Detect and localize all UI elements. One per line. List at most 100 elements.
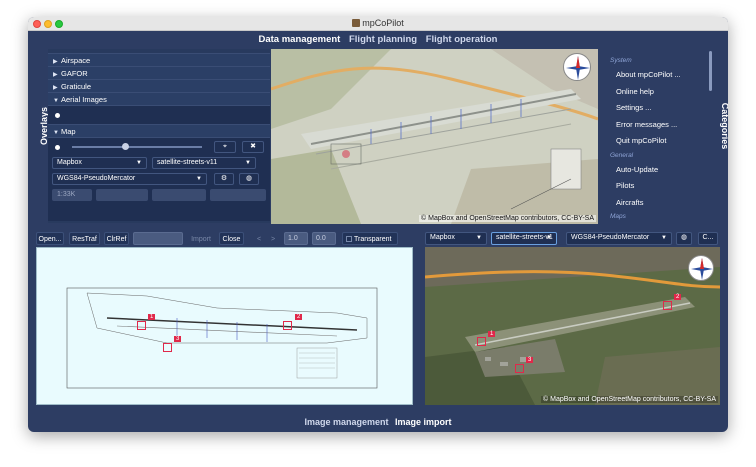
- chevron-down-icon: ▼: [196, 176, 202, 182]
- crosshair-icon: ⌖: [223, 143, 227, 150]
- aerial-map-bottom[interactable]: 1 2 3 © MapBox and OpenStreetMap contrib…: [425, 247, 720, 405]
- aerial-images-radio[interactable]: [55, 113, 60, 118]
- chevron-down-icon: ▼: [245, 160, 251, 166]
- bottom-style-select[interactable]: satellite-streets-v1 ▼: [491, 232, 557, 245]
- settings-button[interactable]: ⚙: [214, 173, 234, 185]
- projection-select[interactable]: WGS84-PseudoMercator ▼: [52, 173, 207, 185]
- tab-data-management[interactable]: Data management: [259, 34, 341, 45]
- section-maps: Maps: [610, 213, 626, 220]
- reference-input[interactable]: [133, 232, 183, 245]
- menu-pilots[interactable]: Pilots: [605, 178, 708, 195]
- value-input-2[interactable]: 0.0: [312, 232, 336, 245]
- clrref-button[interactable]: ClrRef: [104, 232, 129, 245]
- bottom-more-button[interactable]: C...: [698, 232, 718, 245]
- map-ref-point-1-label: 1: [488, 331, 496, 337]
- ref-point-1[interactable]: [137, 321, 146, 330]
- ref-point-2[interactable]: [283, 321, 292, 330]
- menu-about[interactable]: About mpCoPilot ...: [605, 67, 708, 84]
- value-input-1[interactable]: 1.0: [284, 232, 308, 245]
- map-style-select[interactable]: satellite-streets-v11 ▼: [152, 157, 256, 169]
- categories-scrollbar[interactable]: [709, 51, 712, 91]
- menu-error-messages[interactable]: Error messages ...: [605, 117, 708, 134]
- menu-quit[interactable]: Quit mpCoPilot: [605, 133, 708, 150]
- tab-flight-operation[interactable]: Flight operation: [426, 34, 498, 45]
- prev-button[interactable]: <: [253, 232, 265, 245]
- map-attribution: © MapBox and OpenStreetMap contributors,…: [419, 215, 596, 222]
- map-ref-point-3[interactable]: [515, 364, 524, 373]
- map-style-value: satellite-streets-v11: [157, 159, 218, 166]
- bottom-style-value: satellite-streets-v1: [496, 234, 553, 241]
- open-button[interactable]: Open...: [36, 232, 64, 245]
- bottom-provider-value: Mapbox: [430, 234, 455, 241]
- categories-panel: System About mpCoPilot ... Online help S…: [605, 49, 708, 223]
- import-button[interactable]: Import: [187, 232, 215, 245]
- field-2[interactable]: [96, 189, 148, 201]
- map-ref-point-2[interactable]: [663, 301, 672, 310]
- tree-item-label: GAFOR: [61, 69, 88, 78]
- menu-aircrafts[interactable]: Aircrafts: [605, 195, 708, 212]
- map-ref-point-1[interactable]: [477, 337, 486, 346]
- ref-point-1-label: 1: [148, 314, 156, 320]
- scale-field[interactable]: 1:33K: [52, 189, 92, 201]
- tree-item-graticule[interactable]: ▶ Graticule: [48, 80, 270, 93]
- chevron-down-icon: ▼: [661, 235, 667, 241]
- tab-image-import[interactable]: Image import: [395, 417, 452, 427]
- aerial-map-drawing: [271, 49, 598, 224]
- tree-item-gafor[interactable]: ▶ GAFOR: [48, 67, 270, 80]
- airport-blueprint-drawing: [66, 287, 378, 389]
- tab-image-management[interactable]: Image management: [304, 417, 388, 427]
- blueprint-image[interactable]: 1 2 3: [36, 247, 413, 405]
- menu-auto-update[interactable]: Auto-Update: [605, 162, 708, 179]
- menu-settings[interactable]: Settings ...: [605, 100, 708, 117]
- color-swatch-icon: [346, 236, 352, 242]
- window-title: mpCoPilot: [362, 18, 404, 28]
- close-import-button[interactable]: Close: [219, 232, 244, 245]
- bottom-map-attribution: © MapBox and OpenStreetMap contributors,…: [541, 396, 718, 403]
- bottom-globe-button[interactable]: ◍: [676, 232, 692, 245]
- tree-item-aerial-images[interactable]: ▼ Aerial Images: [48, 93, 270, 106]
- tree-item-label: Aerial Images: [61, 95, 107, 104]
- opacity-slider[interactable]: [72, 146, 202, 148]
- categories-side-label[interactable]: Categories: [720, 96, 728, 156]
- ref-point-3-label: 3: [174, 336, 182, 342]
- compass-icon: [688, 255, 714, 281]
- map-enable-radio[interactable]: [55, 145, 60, 150]
- globe-icon: ◍: [680, 234, 688, 241]
- tree-item-map[interactable]: ▼ Map: [48, 125, 270, 138]
- chevron-down-icon: ▼: [546, 235, 552, 241]
- bottom-projection-select[interactable]: WGS84-PseudoMercator ▼: [566, 232, 672, 245]
- menu-online-help[interactable]: Online help: [605, 84, 708, 101]
- close-icon: ✖: [250, 143, 256, 150]
- transparency-select[interactable]: Transparent ▼: [342, 232, 398, 256]
- aerial-map-top[interactable]: © MapBox and OpenStreetMap contributors,…: [271, 49, 598, 224]
- satellite-map-drawing: [425, 247, 720, 405]
- tree-item-label: Graticule: [61, 82, 92, 91]
- title-bar: mpCoPilot: [28, 17, 728, 31]
- next-button[interactable]: >: [267, 232, 279, 245]
- chevron-down-icon: ▼: [136, 160, 142, 166]
- field-3[interactable]: [152, 189, 206, 201]
- restraf-button[interactable]: ResTraf: [69, 232, 100, 245]
- scale-value: 1:33K: [57, 191, 76, 198]
- opacity-slider-handle[interactable]: [122, 143, 129, 150]
- projection-value: WGS84-PseudoMercator: [57, 175, 136, 182]
- remove-map-button[interactable]: ✖: [242, 141, 264, 153]
- field-4[interactable]: [210, 189, 266, 201]
- app-icon: [352, 19, 361, 27]
- tab-flight-planning[interactable]: Flight planning: [349, 34, 417, 45]
- ref-point-3[interactable]: [163, 343, 172, 352]
- tree-item-airspace[interactable]: ▶ Airspace: [48, 54, 270, 67]
- section-system: System: [610, 57, 632, 64]
- map-provider-select[interactable]: Mapbox ▼: [52, 157, 147, 169]
- overlays-panel: ▶ Airspace ▶ GAFOR ▶ Graticule ▼ Aerial Imag…: [48, 49, 270, 223]
- tree-item-label: Airspace: [61, 56, 91, 65]
- gear-icon: ⚙: [220, 175, 228, 182]
- globe-icon: ◍: [245, 175, 253, 182]
- bottom-tabs: Image management Image import: [28, 417, 728, 427]
- map-ref-point-2-label: 2: [674, 294, 682, 300]
- chevron-down-icon: ▼: [476, 235, 482, 241]
- map-provider-value: Mapbox: [57, 159, 82, 166]
- locate-button[interactable]: ⌖: [214, 141, 236, 153]
- globe-button[interactable]: ◍: [239, 173, 259, 185]
- bottom-provider-select[interactable]: Mapbox ▼: [425, 232, 487, 245]
